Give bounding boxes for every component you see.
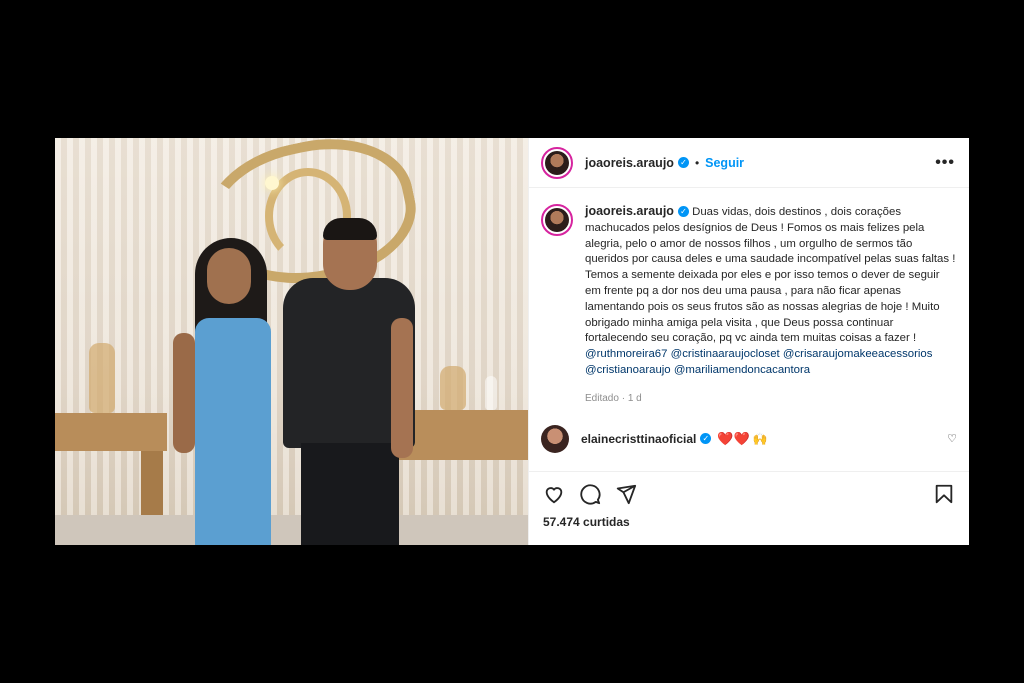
header-separator: •: [694, 155, 700, 170]
verified-badge-icon: ✓: [700, 433, 712, 445]
caption-text-block: joaoreis.araujo ✓ Duas vidas, dois destin…: [585, 204, 957, 407]
comment-text: ❤️❤️: [717, 430, 750, 446]
mention-link[interactable]: @ruthmoreira67: [585, 348, 667, 360]
decor-vase: [440, 366, 466, 410]
decor-bottle: [485, 376, 497, 410]
caption-author-avatar[interactable]: [541, 204, 573, 236]
instagram-post: joaoreis.araujo ✓ • Seguir ••• joaoreis.…: [55, 138, 969, 545]
edited-label: Editado: [585, 392, 619, 404]
mention-link[interactable]: @crisaraujomakeeacessorios: [783, 348, 933, 360]
likes-count[interactable]: 57.474 curtidas: [529, 515, 969, 545]
send-icon[interactable]: [615, 483, 637, 505]
time-ago[interactable]: 1 d: [628, 393, 642, 404]
bookmark-icon[interactable]: [933, 483, 955, 505]
post-photo[interactable]: [55, 138, 528, 545]
author-username[interactable]: joaoreis.araujo: [585, 156, 674, 170]
follow-button[interactable]: Seguir: [705, 156, 744, 170]
comment-item: elainecristtinaoficial ✓ ❤️❤️ 🙌 ♡: [541, 424, 957, 453]
heart-icon[interactable]: [543, 483, 565, 505]
author-avatar[interactable]: [541, 146, 573, 179]
wall-lamp: [265, 176, 279, 190]
edited-meta: Editado · 1 d: [585, 392, 642, 404]
person-man: [283, 218, 423, 545]
decor-vase: [89, 343, 115, 413]
commenter-avatar[interactable]: [541, 424, 569, 453]
more-options-icon[interactable]: •••: [935, 154, 955, 172]
post-actions: [529, 471, 969, 515]
verified-badge-icon: ✓: [677, 157, 689, 168]
comment-icon[interactable]: [579, 483, 601, 505]
post-caption: joaoreis.araujo ✓ Duas vidas, dois destin…: [541, 204, 957, 407]
like-comment-icon[interactable]: ♡: [947, 432, 957, 445]
post-header: joaoreis.araujo ✓ • Seguir •••: [529, 138, 969, 188]
mention-link[interactable]: @cristianoaraujo: [585, 364, 671, 376]
caption-mentions: @ruthmoreira67 @cristinaaraujocloset @cr…: [585, 348, 932, 376]
caption-author-username[interactable]: joaoreis.araujo: [585, 204, 674, 218]
comments-area[interactable]: joaoreis.araujo ✓ Duas vidas, dois destin…: [529, 188, 969, 471]
comment-emoji: 🙌: [752, 431, 768, 446]
caption-text: Duas vidas, dois destinos , dois coraçõe…: [585, 206, 956, 345]
commenter-username[interactable]: elainecristtinaoficial: [581, 432, 696, 446]
mention-link[interactable]: @cristinaaraujocloset: [671, 348, 780, 360]
verified-badge-icon: ✓: [677, 206, 689, 217]
post-side-panel: joaoreis.araujo ✓ • Seguir ••• joaoreis.…: [528, 138, 969, 545]
mention-link[interactable]: @mariliamendoncacantora: [674, 364, 810, 376]
